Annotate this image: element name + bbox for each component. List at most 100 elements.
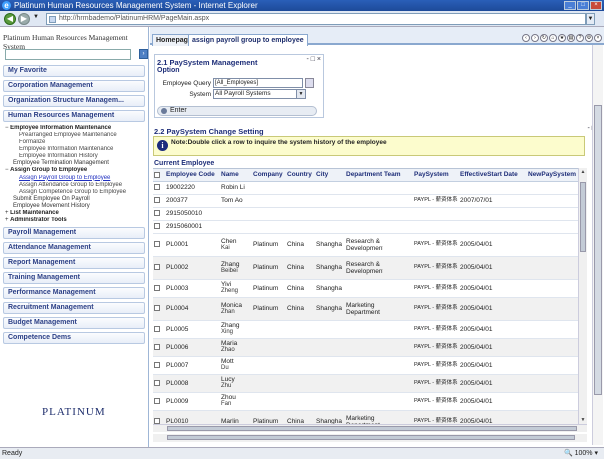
col-team[interactable]: Team [383,169,413,182]
enter-button[interactable]: Enter [157,106,317,116]
tree-group-assign-group[interactable]: − Assign Group to Employee [5,167,145,174]
checkbox[interactable] [154,343,160,350]
table-row[interactable]: PL0005 Zhang Xing PAYPL - 薪资体系 2005/04/01 [153,320,583,339]
tree-group-employee-info[interactable]: − Employee Information Maintenance [5,125,145,132]
row-checkbox[interactable] [153,256,165,280]
checkbox[interactable] [154,284,160,291]
row-checkbox[interactable] [153,233,165,257]
refresh-icon[interactable]: ↻ [540,34,548,42]
url-dropdown-button[interactable]: ▼ [586,13,595,25]
employee-query-picker-button[interactable] [305,78,314,88]
checkbox[interactable] [154,325,160,332]
history-dropdown-icon[interactable]: ▼ [33,14,39,20]
menu-payroll-management[interactable]: Payroll Management [3,227,145,240]
tree-item-assign-payroll[interactable]: Assign Payroll Group to Employee [5,175,145,182]
row-checkbox[interactable] [153,392,165,411]
scroll-down-icon[interactable]: ▼ [579,416,587,424]
col-country[interactable]: Country [286,169,315,182]
scroll-up-icon[interactable]: ▲ [579,168,587,176]
grid-horizontal-scrollbar[interactable] [153,424,587,432]
row-checkbox[interactable] [153,194,165,208]
table-row[interactable]: 2915050010 [153,207,583,221]
minimize-button[interactable]: _ [564,1,576,10]
menu-performance-management[interactable]: Performance Management [3,287,145,300]
col-company[interactable]: Company [252,169,286,182]
table-row[interactable]: 2915060001 [153,220,583,234]
tree-item[interactable]: Employee Information History [5,153,145,160]
menu-competence-dems[interactable]: Competence Dems [3,332,145,345]
row-checkbox[interactable] [153,356,165,375]
tree-item[interactable]: Assign Competence Group to Employee [5,189,145,196]
table-row[interactable]: 19002220 Robin Li [153,181,583,195]
tree-item[interactable]: Assign Attendance Group to Employee [5,182,145,189]
back-circle-icon[interactable]: ‹ [522,34,530,42]
table-row[interactable]: PL0009 Zhou Fan PAYPL - 薪资体系 2005/04/01 [153,392,583,411]
menu-human-resources[interactable]: Human Resources Management [3,110,145,122]
row-checkbox[interactable] [153,320,165,339]
col-name[interactable]: Name [220,169,252,182]
checkbox[interactable] [154,197,160,204]
table-row[interactable]: PL0003 Yivi Zheng Platinum China Shangha PAYPL… [153,279,583,298]
select-all-checkbox[interactable] [153,169,165,182]
search-go-button[interactable]: › [139,49,148,59]
settings-icon[interactable]: ⚙ [585,34,593,42]
favorite-icon[interactable]: ★ [558,34,566,42]
table-row[interactable]: PL0002 Zhang Beibei Platinum China Shangha Res… [153,256,583,280]
panel1-window-controls[interactable]: - □ × [306,56,321,63]
main-scroll-thumb[interactable] [594,105,602,395]
print-icon[interactable]: ▤ [567,34,575,42]
table-row[interactable]: PL0001 Chen Kai Platinum China Shangha Researc… [153,233,583,257]
row-checkbox[interactable] [153,207,165,221]
menu-budget-management[interactable]: Budget Management [3,317,145,330]
table-row[interactable]: PL0006 Maria Zhao PAYPL - 薪资体系 2005/04/01 [153,338,583,357]
row-checkbox[interactable] [153,279,165,298]
system-select[interactable]: All Payroll Systems ▼ [213,89,306,99]
col-paysystem[interactable]: PaySystem [413,169,459,182]
hscroll-thumb[interactable] [167,435,575,440]
row-checkbox[interactable] [153,297,165,321]
tree-item-submit-payroll[interactable]: Submit Employee On Payroll [5,196,145,203]
tree-item[interactable]: Prearranged Employee Maintenance [5,132,145,139]
menu-recruitment-management[interactable]: Recruitment Management [3,302,145,315]
row-checkbox[interactable] [153,220,165,234]
row-checkbox[interactable] [153,410,165,424]
sidebar-search-input[interactable] [5,49,131,60]
col-city[interactable]: City [315,169,345,182]
checkbox[interactable] [154,184,160,191]
close-button[interactable]: × [590,1,602,10]
table-row[interactable]: 200377 Tom Ao PAYPL - 薪资体系 2007/07/01 [153,194,583,208]
scroll-thumb[interactable] [580,182,586,252]
checkbox[interactable] [154,210,160,217]
menu-training-management[interactable]: Training Management [3,272,145,285]
employee-query-field[interactable]: [All_Employees] [213,78,303,88]
row-checkbox[interactable] [153,374,165,393]
home-icon[interactable]: ⌂ [549,34,557,42]
tree-item-movement-history[interactable]: Employee Movement History [5,203,145,210]
table-row[interactable]: PL0010 Marlin Platinum China Shangha Marketin… [153,410,583,424]
col-employee-code[interactable]: Employee Code [165,169,220,182]
menu-attendance-management[interactable]: Attendance Management [3,242,145,255]
forward-button[interactable]: ▶ [18,13,30,25]
checkbox[interactable] [154,361,160,368]
panel-horizontal-scrollbar[interactable] [153,434,587,442]
help-icon[interactable]: ? [576,34,584,42]
back-button[interactable]: ◀ [4,13,16,25]
checkbox[interactable] [154,241,160,248]
col-effective-start-date[interactable]: EffectiveStart Date [459,169,527,182]
menu-report-management[interactable]: Report Management [3,257,145,270]
zoom-level[interactable]: 🔍 100% ▾ [564,448,598,459]
url-field[interactable]: http://hrmbademo/PlatinumHRM/PageMain.as… [46,13,586,25]
col-new-paysystem[interactable]: NewPaySystem [527,169,583,182]
grid-vertical-scrollbar[interactable]: ▲ ▼ [578,168,587,424]
table-row[interactable]: PL0008 Lucy Zhu PAYPL - 薪资体系 2005/04/01 [153,374,583,393]
table-row[interactable]: PL0004 Monica Zhan Platinum China Shangha Mark… [153,297,583,321]
checkbox[interactable] [154,305,160,312]
checkbox[interactable] [154,223,160,230]
menu-organization-structure[interactable]: Organization Structure Managem... [3,95,145,107]
tree-group-list-maintenance[interactable]: + List Maintenance [5,210,145,217]
hscroll-thumb[interactable] [167,426,577,431]
tab-assign-payroll[interactable]: assign payroll group to employee [188,34,308,46]
tree-item-termination[interactable]: Employee Termination Management [5,160,145,167]
row-checkbox[interactable] [153,338,165,357]
checkbox[interactable] [154,264,160,271]
